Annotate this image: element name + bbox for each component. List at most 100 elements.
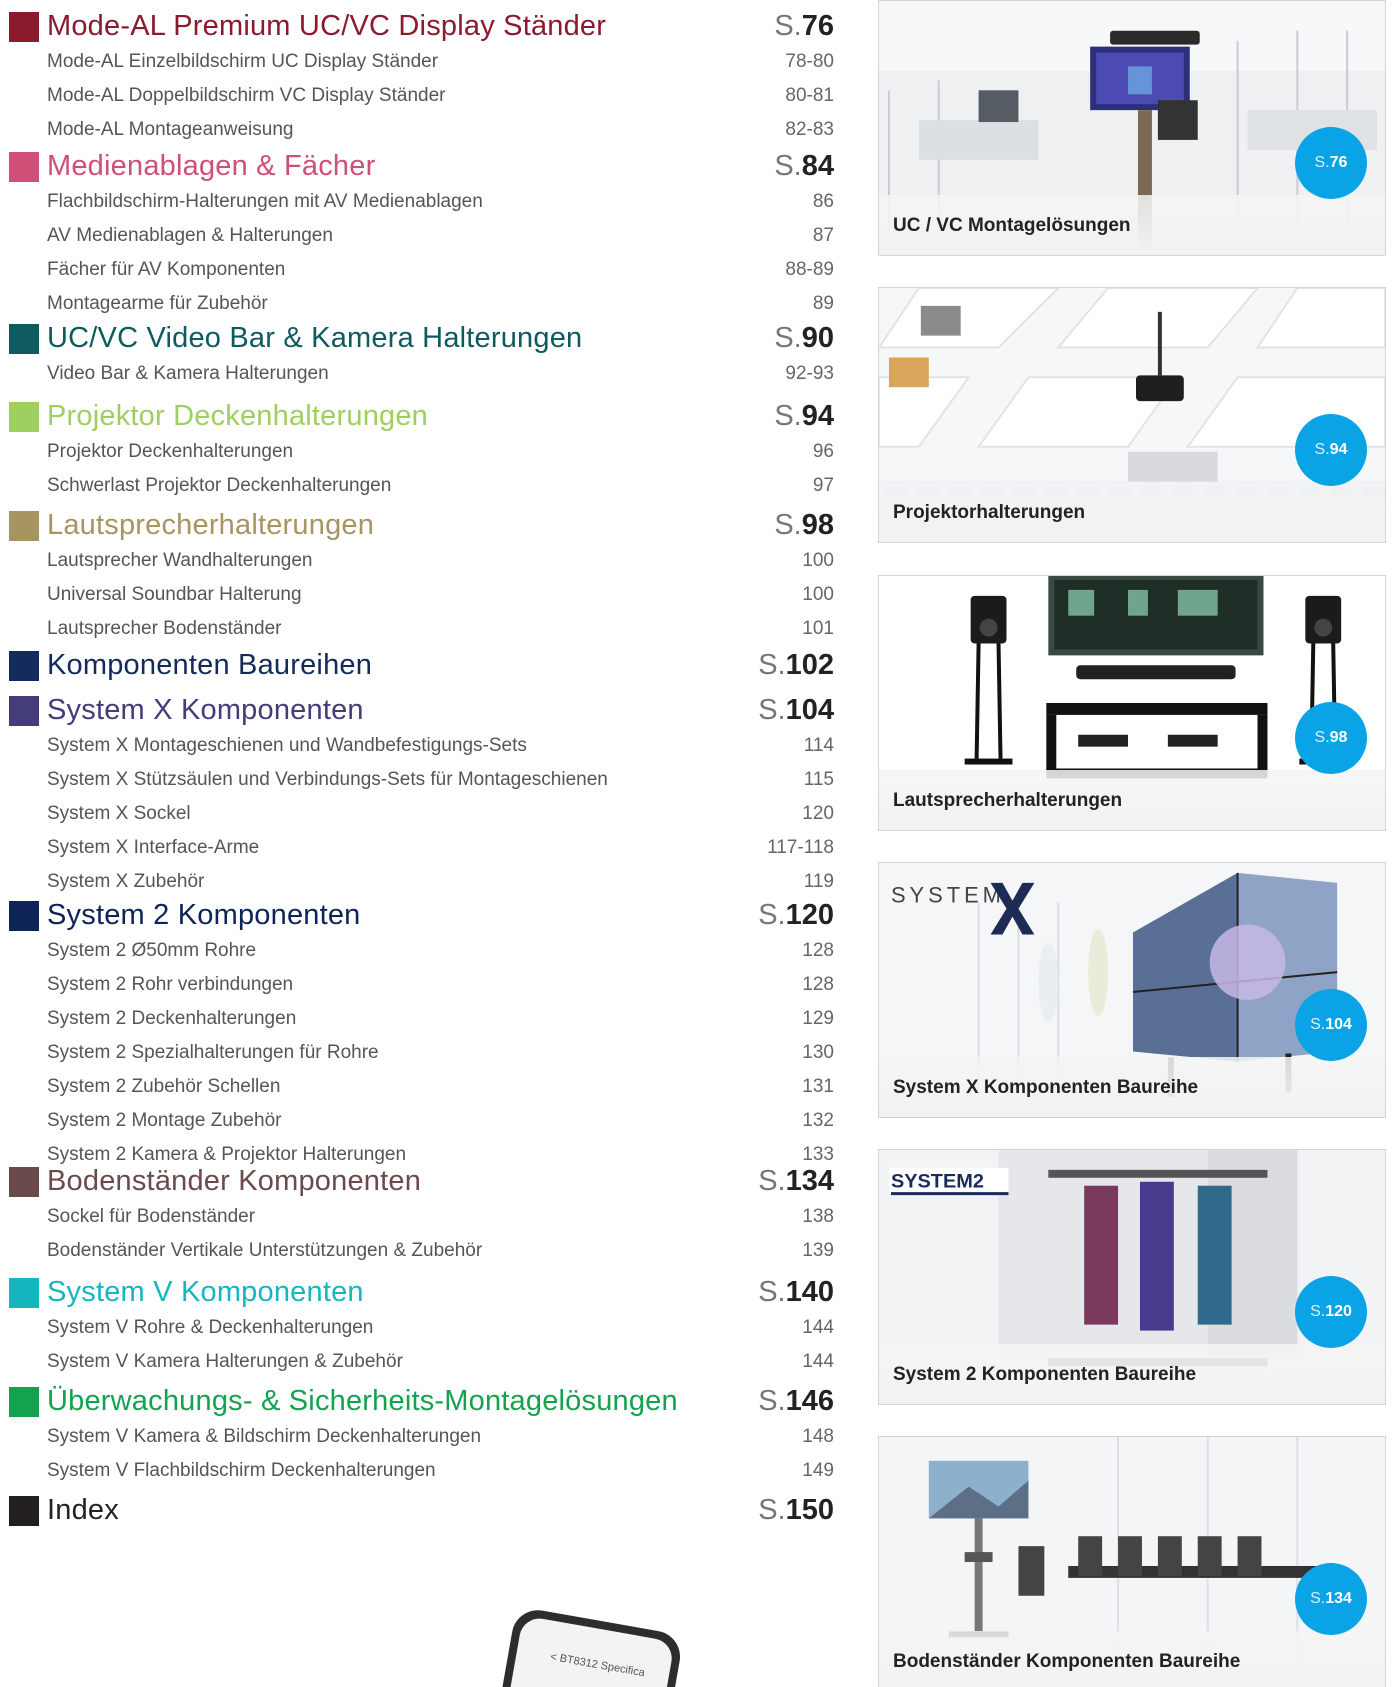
toc-item-label[interactable]: System 2 Deckenhalterungen (47, 1008, 296, 1030)
toc-section[interactable]: System 2 Komponenten S.120 System 2 Ø50mm … (0, 895, 840, 1173)
section-title[interactable]: Medienablagen & Fächer (47, 148, 375, 184)
toc-item-page[interactable]: 80-81 (785, 85, 834, 107)
section-title[interactable]: UC/VC Video Bar & Kamera Halterungen (47, 320, 582, 356)
toc-item-label[interactable]: System X Zubehör (47, 871, 204, 893)
section-title[interactable]: System X Komponenten (47, 692, 364, 728)
toc-item-label[interactable]: System V Flachbildschirm Deckenhalterung… (47, 1460, 436, 1482)
toc-item[interactable]: Mode-AL Montageanweisung 82-83 (0, 114, 840, 148)
toc-item-label[interactable]: Bodenständer Vertikale Unterstützungen &… (47, 1240, 482, 1262)
card-caption[interactable]: Projektorhalterungen (893, 502, 1085, 524)
toc-item-label[interactable]: System V Kamera & Bildschirm Deckenhalte… (47, 1426, 481, 1448)
toc-item-label[interactable]: Universal Soundbar Halterung (47, 584, 302, 606)
section-title[interactable]: Komponenten Baureihen (47, 647, 372, 683)
section-heading[interactable]: Lautsprecherhalterungen S.98 (0, 505, 840, 545)
toc-item-page[interactable]: 144 (802, 1317, 834, 1339)
toc-item[interactable]: System 2 Zubehör Schellen 131 (0, 1071, 840, 1105)
toc-item-label[interactable]: Lautsprecher Bodenständer (47, 618, 282, 640)
section-heading[interactable]: System V Komponenten S.140 (0, 1272, 840, 1312)
section-title[interactable]: Mode-AL Premium UC/VC Display Ständer (47, 8, 606, 44)
toc-item[interactable]: Flachbildschirm-Halterungen mit AV Medie… (0, 186, 840, 220)
section-page-number[interactable]: S.120 (758, 897, 834, 933)
toc-item[interactable]: System 2 Montage Zubehör 132 (0, 1105, 840, 1139)
toc-item-page[interactable]: 128 (802, 974, 834, 996)
toc-item[interactable]: Universal Soundbar Halterung 100 (0, 579, 840, 613)
section-title[interactable]: Bodenständer Komponenten (47, 1163, 421, 1199)
toc-item-page[interactable]: 96 (813, 441, 834, 463)
toc-item-label[interactable]: Video Bar & Kamera Halterungen (47, 363, 329, 385)
page-badge[interactable]: S.104 (1295, 989, 1367, 1061)
toc-item[interactable]: Schwerlast Projektor Deckenhalterungen 97 (0, 470, 840, 504)
page-badge[interactable]: S.134 (1295, 1563, 1367, 1635)
category-card[interactable]: UC / VC Montagelösungen S.76 (878, 0, 1386, 256)
section-page-number[interactable]: S.140 (758, 1274, 834, 1310)
toc-item[interactable]: Lautsprecher Bodenständer 101 (0, 613, 840, 647)
category-card[interactable]: Bodenständer Komponenten Baureihe S.134 (878, 1436, 1386, 1687)
toc-item-label[interactable]: System X Stützsäulen und Verbindungs-Set… (47, 769, 608, 791)
section-heading[interactable]: Mode-AL Premium UC/VC Display Ständer S.7… (0, 6, 840, 46)
page-badge[interactable]: S.94 (1295, 414, 1367, 486)
toc-item[interactable]: Video Bar & Kamera Halterungen 92-93 (0, 358, 840, 392)
section-title[interactable]: Überwachungs- & Sicherheits-Montagelösun… (47, 1383, 678, 1419)
section-page-number[interactable]: S.146 (758, 1383, 834, 1419)
page-badge[interactable]: S.98 (1295, 702, 1367, 774)
toc-item-page[interactable]: 114 (804, 735, 834, 757)
toc-item-label[interactable]: Lautsprecher Wandhalterungen (47, 550, 312, 572)
toc-section[interactable]: Mode-AL Premium UC/VC Display Ständer S.7… (0, 6, 840, 148)
toc-item-page[interactable]: 115 (804, 769, 834, 791)
section-title[interactable]: Index (47, 1492, 119, 1528)
section-page-number[interactable]: S.84 (774, 148, 834, 184)
toc-section[interactable]: System X Komponenten S.104 System X Montag… (0, 690, 840, 900)
category-card[interactable]: SYSTEM2 System 2 Komponenten Baureihe S.1… (878, 1149, 1386, 1405)
section-heading[interactable]: System 2 Komponenten S.120 (0, 895, 840, 935)
toc-section[interactable]: Medienablagen & Fächer S.84 Flachbildschir… (0, 146, 840, 322)
toc-item-page[interactable]: 89 (813, 293, 834, 315)
toc-item[interactable]: Lautsprecher Wandhalterungen 100 (0, 545, 840, 579)
section-heading[interactable]: System X Komponenten S.104 (0, 690, 840, 730)
toc-item-page[interactable]: 119 (804, 871, 834, 893)
toc-section[interactable]: Bodenständer Komponenten S.134 Sockel für … (0, 1161, 840, 1269)
toc-item-page[interactable]: 138 (802, 1206, 834, 1228)
card-caption[interactable]: System X Komponenten Baureihe (893, 1077, 1198, 1099)
toc-item-label[interactable]: Fächer für AV Komponenten (47, 259, 285, 281)
section-title[interactable]: System 2 Komponenten (47, 897, 361, 933)
toc-item-label[interactable]: System 2 Montage Zubehör (47, 1110, 281, 1132)
toc-item-label[interactable]: AV Medienablagen & Halterungen (47, 225, 333, 247)
section-heading[interactable]: UC/VC Video Bar & Kamera Halterungen S.90 (0, 318, 840, 358)
section-page-number[interactable]: S.76 (774, 8, 834, 44)
toc-section[interactable]: Überwachungs- & Sicherheits-Montagelösun… (0, 1381, 840, 1489)
toc-item[interactable]: Montagearme für Zubehör 89 (0, 288, 840, 322)
toc-section[interactable]: Index S.150 (0, 1490, 840, 1530)
toc-item[interactable]: System 2 Deckenhalterungen 129 (0, 1003, 840, 1037)
toc-item-page[interactable]: 117-118 (767, 837, 834, 859)
toc-item[interactable]: Fächer für AV Komponenten 88-89 (0, 254, 840, 288)
toc-item-page[interactable]: 148 (802, 1426, 834, 1448)
toc-item-page[interactable]: 130 (802, 1042, 834, 1064)
toc-section[interactable]: Lautsprecherhalterungen S.98 Lautsprecher … (0, 505, 840, 647)
toc-item-page[interactable]: 149 (802, 1460, 834, 1482)
section-page-number[interactable]: S.150 (758, 1492, 834, 1528)
toc-item[interactable]: System 2 Ø50mm Rohre 128 (0, 935, 840, 969)
section-title[interactable]: Projektor Deckenhalterungen (47, 398, 428, 434)
toc-item-page[interactable]: 97 (813, 475, 834, 497)
section-heading[interactable]: Überwachungs- & Sicherheits-Montagelösun… (0, 1381, 840, 1421)
section-heading[interactable]: Komponenten Baureihen S.102 (0, 645, 840, 685)
toc-section[interactable]: UC/VC Video Bar & Kamera Halterungen S.90… (0, 318, 840, 392)
card-caption[interactable]: System 2 Komponenten Baureihe (893, 1364, 1196, 1386)
toc-item[interactable]: System V Kamera & Bildschirm Deckenhalte… (0, 1421, 840, 1455)
toc-item[interactable]: System V Kamera Halterungen & Zubehör 144 (0, 1346, 840, 1380)
toc-item-label[interactable]: Mode-AL Montageanweisung (47, 119, 293, 141)
section-heading[interactable]: Projektor Deckenhalterungen S.94 (0, 396, 840, 436)
section-page-number[interactable]: S.90 (774, 320, 834, 356)
toc-item-label[interactable]: Projektor Deckenhalterungen (47, 441, 293, 463)
toc-item[interactable]: System X Interface-Arme 117-118 (0, 832, 840, 866)
toc-item-label[interactable]: System V Rohre & Deckenhalterungen (47, 1317, 373, 1339)
category-card[interactable]: Lautsprecherhalterungen S.98 (878, 575, 1386, 831)
toc-item-label[interactable]: System 2 Spezialhalterungen für Rohre (47, 1042, 379, 1064)
toc-item-label[interactable]: Mode-AL Einzelbildschirm UC Display Stän… (47, 51, 438, 73)
toc-item[interactable]: System X Sockel 120 (0, 798, 840, 832)
toc-item[interactable]: System X Montageschienen und Wandbefesti… (0, 730, 840, 764)
section-title[interactable]: Lautsprecherhalterungen (47, 507, 374, 543)
page-badge[interactable]: S.120 (1295, 1276, 1367, 1348)
section-page-number[interactable]: S.134 (758, 1163, 834, 1199)
section-title[interactable]: System V Komponenten (47, 1274, 364, 1310)
